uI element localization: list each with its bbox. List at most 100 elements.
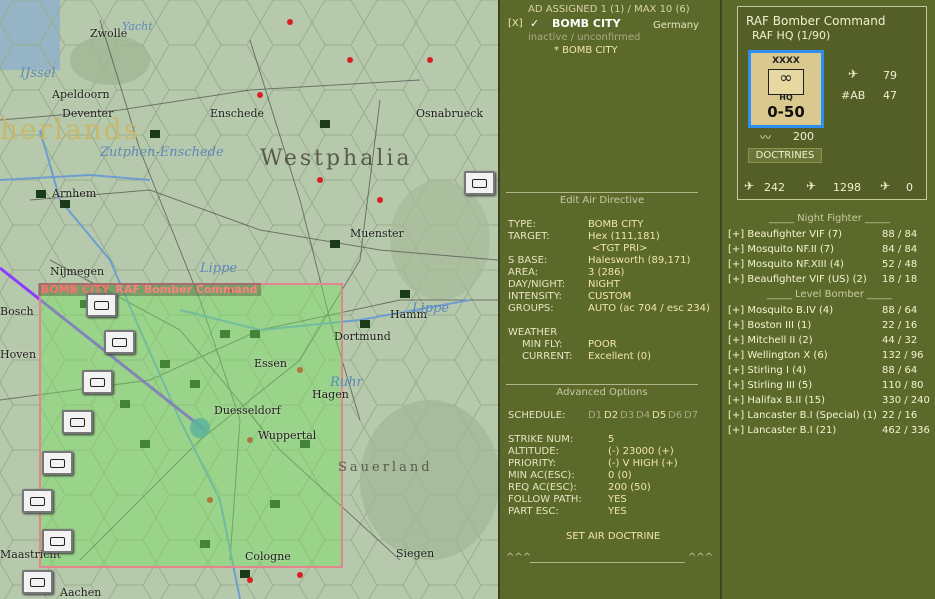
hq-name: RAF Bomber Command [746, 14, 886, 28]
air-unit-counter[interactable] [86, 293, 117, 317]
group-strength: 110 / 80 [882, 380, 924, 391]
adv-value[interactable]: (-) 23000 (+) [608, 446, 674, 457]
expand-button[interactable]: [+] [728, 274, 744, 285]
air-unit-counter[interactable] [104, 330, 135, 354]
schedule-day[interactable]: D6 [668, 410, 682, 421]
city-label: Arnhem [52, 187, 97, 200]
hq-stat-aircraft: 79 [883, 69, 897, 82]
expand-button[interactable]: [+] [728, 320, 744, 331]
group-strength: 22 / 16 [882, 320, 918, 331]
check-icon[interactable]: ✓ [530, 17, 539, 30]
group-row[interactable]: [+] Stirling I (4) [728, 365, 806, 376]
city-label: Muenster [350, 227, 404, 240]
schedule-day[interactable]: D3 [620, 410, 634, 421]
group-row[interactable]: [+] Lancaster B.I (Special) (1) [728, 410, 877, 421]
city-label: Apeldoorn [52, 88, 110, 101]
group-name: Mosquito NF.II (7) [747, 244, 835, 255]
group-row[interactable]: [+] Wellington X (6) [728, 350, 828, 361]
group-row[interactable]: [+] Beaufighter VIF (7) [728, 229, 842, 240]
air-unit-counter[interactable] [62, 410, 93, 434]
schedule-day[interactable]: D5 [652, 410, 666, 421]
plane-icon: ✈ [848, 67, 859, 81]
field-label: TYPE: [508, 219, 536, 230]
schedule-day[interactable]: D7 [684, 410, 698, 421]
group-strength: 88 / 64 [882, 305, 918, 316]
schedule-day[interactable]: D1 [588, 410, 602, 421]
air-unit-counter[interactable] [42, 529, 73, 553]
map-view[interactable]: BOMB CITY RAF Bomber Command Zwolle Apeld… [0, 0, 500, 599]
group-row[interactable]: [+] Stirling III (5) [728, 380, 812, 391]
adv-value[interactable]: 0 (0) [608, 470, 632, 481]
adv-label: PART ESC: [508, 506, 559, 517]
air-unit-counter[interactable] [464, 171, 495, 195]
city-label: Bosch [0, 305, 34, 318]
group-strength: 88 / 84 [882, 229, 918, 240]
expand-button[interactable]: [+] [728, 259, 744, 270]
expand-button[interactable]: [+] [728, 380, 744, 391]
air-unit-counter[interactable] [82, 370, 113, 394]
advanced-options-header: Advanced Options [506, 384, 698, 398]
group-strength: 44 / 32 [882, 335, 918, 346]
adv-value[interactable]: YES [608, 494, 627, 505]
hq-counter[interactable]: XXXX ∞ HQ 0-50 [748, 50, 824, 128]
field-value[interactable]: AUTO (ac 704 / esc 234) [588, 303, 710, 314]
scroll-right-icon[interactable]: ^^^ [688, 552, 713, 563]
group-name: Stirling III (5) [747, 380, 813, 391]
field-value[interactable]: BOMB CITY [588, 219, 643, 230]
expand-button[interactable]: [+] [728, 335, 744, 346]
adv-value[interactable]: YES [608, 506, 627, 517]
group-strength: 52 / 48 [882, 259, 918, 270]
adv-value[interactable]: 5 [608, 434, 614, 445]
expand-button[interactable]: [+] [728, 395, 744, 406]
field-value[interactable]: Hex (111,181) [588, 231, 660, 242]
adv-value[interactable]: 200 (50) [608, 482, 651, 493]
group-name: Mosquito B.IV (4) [747, 305, 834, 316]
group-row[interactable]: [+] Beaufighter VIF (US) (2) [728, 274, 867, 285]
weather-label: WEATHER [508, 327, 558, 338]
directive-sub: * BOMB CITY [554, 45, 618, 56]
group-name: Mosquito NF.XIII (4) [747, 259, 844, 270]
group-strength: 88 / 64 [882, 365, 918, 376]
river-label: Zutphen-Enschede [100, 145, 224, 160]
river-label: Yacht [122, 20, 153, 33]
expand-button[interactable]: [+] [728, 244, 744, 255]
adv-label: REQ AC(ESC): [508, 482, 577, 493]
group-row[interactable]: [+] Mosquito NF.II (7) [728, 244, 834, 255]
close-directive-button[interactable]: [X] [508, 18, 523, 29]
schedule-day[interactable]: D2 [604, 410, 618, 421]
expand-button[interactable]: [+] [728, 365, 744, 376]
infinity-icon: ∞ [768, 68, 804, 95]
group-row[interactable]: [+] Mitchell II (2) [728, 335, 813, 346]
group-name: Beaufighter VIF (7) [747, 229, 843, 240]
city-label: Wuppertal [258, 429, 317, 442]
field-value[interactable]: <TGT PRI> [592, 243, 647, 254]
region-label: Sauerland [338, 460, 433, 475]
expand-button[interactable]: [+] [728, 350, 744, 361]
doctrines-button[interactable]: DOCTRINES [748, 148, 822, 163]
scroll-left-icon[interactable]: ^^^ [506, 552, 531, 563]
air-unit-counter[interactable] [42, 451, 73, 475]
field-value[interactable]: Halesworth (89,171) [588, 255, 690, 266]
directive-title[interactable]: BOMB CITY [552, 17, 621, 30]
air-unit-counter[interactable] [22, 489, 53, 513]
expand-button[interactable]: [+] [728, 410, 744, 421]
field-value[interactable]: NIGHT [588, 279, 620, 290]
adv-value[interactable]: (-) V HIGH (+) [608, 458, 678, 469]
air-unit-counter[interactable] [22, 570, 53, 594]
group-row[interactable]: [+] Boston III (1) [728, 320, 811, 331]
expand-button[interactable]: [+] [728, 229, 744, 240]
expand-button[interactable]: [+] [728, 305, 744, 316]
hq-sub: RAF HQ (1/90) [752, 29, 831, 42]
group-row[interactable]: [+] Halifax B.II (15) [728, 395, 825, 406]
min-fly-value[interactable]: POOR [588, 339, 617, 350]
region-label: herlands [0, 113, 140, 146]
expand-button[interactable]: [+] [728, 425, 744, 436]
set-air-doctrine-button[interactable]: SET AIR DOCTRINE [566, 531, 660, 542]
group-row[interactable]: [+] Mosquito NF.XIII (4) [728, 259, 844, 270]
field-value[interactable]: CUSTOM [588, 291, 631, 302]
group-row[interactable]: [+] Lancaster B.I (21) [728, 425, 836, 436]
schedule-day[interactable]: D4 [636, 410, 650, 421]
group-row[interactable]: [+] Mosquito B.IV (4) [728, 305, 833, 316]
ab-value: 47 [883, 89, 897, 102]
field-value[interactable]: 3 (286) [588, 267, 624, 278]
